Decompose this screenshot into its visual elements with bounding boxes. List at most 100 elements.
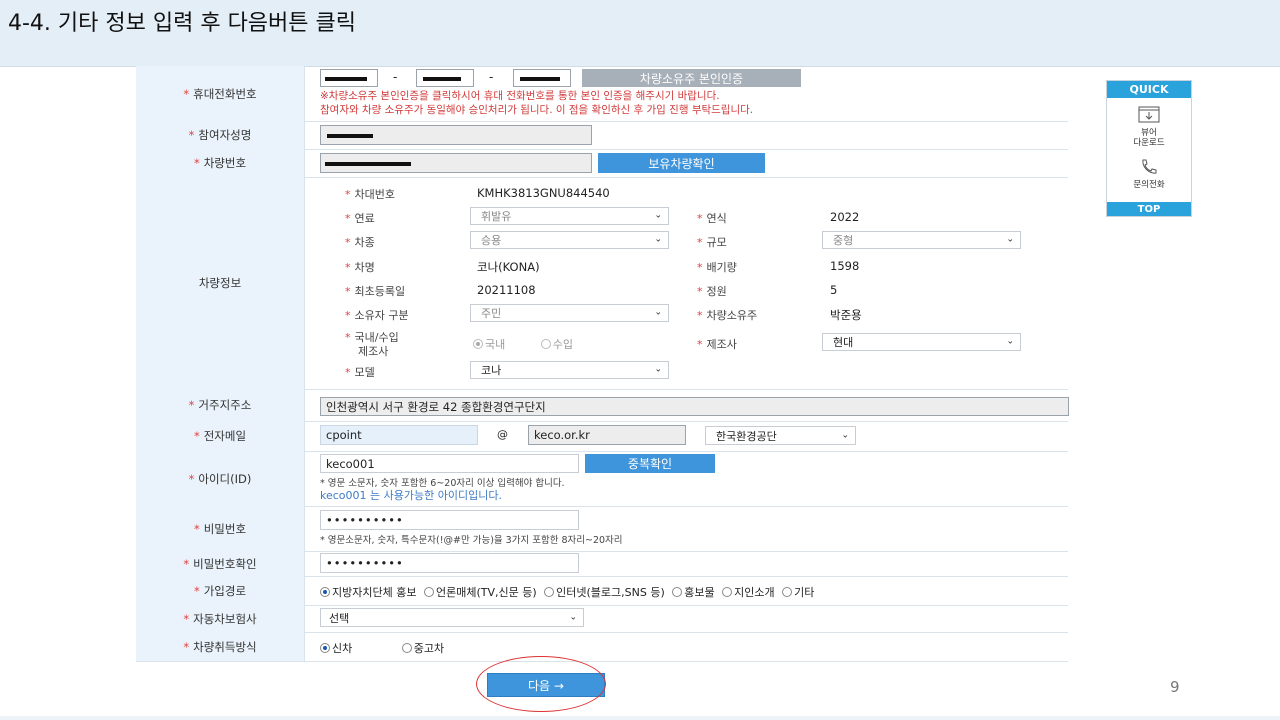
contact-call-link[interactable]: 문의전화 [1107, 157, 1191, 190]
chevron-down-icon: ⌄ [1006, 336, 1014, 347]
user-id-input[interactable]: keco001 [320, 454, 579, 473]
model-label-text: 모델 [354, 366, 375, 379]
insurer-select[interactable]: 선택 ⌄ [320, 608, 584, 627]
origin-import-radio[interactable]: 수입 [540, 336, 573, 352]
join-path-option-media[interactable]: 언론매체(TV,신문 등) [423, 584, 537, 600]
car-number-field [320, 153, 592, 173]
phone-part3-input[interactable] [513, 69, 571, 87]
fuel-label-text: 연료 [354, 212, 375, 225]
required-mark: * [697, 285, 703, 298]
join-path-option-other[interactable]: 기타 [782, 584, 814, 600]
year-value: 2022 [830, 210, 860, 224]
origin-domestic-radio[interactable]: 국내 [473, 336, 505, 352]
user-id-label-text: 아이디(ID) [198, 471, 252, 486]
quick-menu: QUICK 뷰어 다운로드 문의전화 TOP [1106, 80, 1192, 217]
maker-select[interactable]: 현대 ⌄ [822, 333, 1021, 351]
user-id-label: * 아이디(ID) [136, 451, 305, 506]
email-row: * 전자메일 cpoint @ keco.or.kr 한국환경공단 ⌄ [136, 421, 1068, 452]
fuel-label: * 연료 [345, 210, 375, 226]
highlight-circle [476, 656, 606, 712]
phone-part1-input[interactable] [320, 69, 378, 87]
radio-icon [722, 587, 733, 597]
model-value: 코나 [481, 364, 502, 377]
viewer-download-link[interactable]: 뷰어 다운로드 [1107, 105, 1191, 148]
car-type-select[interactable]: 승용 ⌄ [470, 231, 669, 249]
password-confirm-input[interactable]: •••••••••• [320, 553, 579, 573]
owner-value: 박준용 [830, 308, 862, 322]
owner-verify-button[interactable]: 차량소유주 본인인증 [582, 69, 801, 87]
registration-form: * 휴대전화번호 - - 차량소유주 본인인증 ※차량소유주 본인인증을 클릭하시… [136, 66, 1069, 662]
maker-label-text: 제조사 [706, 338, 737, 351]
size-label-text: 규모 [706, 236, 727, 249]
user-id-row: * 아이디(ID) keco001 중복확인 * 영문 소문자, 숫자 포함한 6… [136, 451, 1068, 507]
required-mark: * [188, 471, 195, 486]
acquisition-label: * 차량취득방식 [136, 632, 305, 661]
password-hint: * 영문소문자, 숫자, 특수문자(!@#만 가능)을 3가지 포함한 8자리~… [320, 535, 623, 546]
car-size-select[interactable]: 중형 ⌄ [822, 231, 1021, 249]
address-row: * 거주지주소 인천광역시 서구 환경로 42 종합환경연구단지 [136, 389, 1069, 422]
vehicle-info-label-text: 차량정보 [198, 276, 242, 290]
model-select[interactable]: 코나 ⌄ [470, 361, 669, 379]
model-name-value: 코나(KONA) [477, 260, 540, 274]
top-button[interactable]: TOP [1107, 202, 1191, 216]
join-path-option-local-gov[interactable]: 지방자치단체 홍보 [320, 584, 416, 600]
redaction [520, 77, 560, 81]
address-label-text: 거주지주소 [198, 398, 252, 412]
password-input[interactable]: •••••••••• [320, 510, 579, 530]
password-row: * 비밀번호 •••••••••• * 영문소문자, 숫자, 특수문자(!@#만 … [136, 506, 1068, 552]
password-confirm-row: * 비밀번호확인 •••••••••• [136, 551, 1068, 577]
model-label: * 모델 [345, 364, 375, 380]
fuel-select[interactable]: 휘발유 ⌄ [470, 207, 669, 225]
password-label-text: 비밀번호 [203, 521, 247, 536]
phone-icon [1142, 159, 1157, 174]
required-mark: * [697, 338, 703, 351]
password-confirm-label: * 비밀번호확인 [136, 551, 305, 576]
acquisition-new-label: 신차 [332, 642, 353, 655]
acquisition-label-text: 차량취득방식 [193, 639, 257, 654]
acquisition-row: * 차량취득방식 신차 중고차 [136, 632, 1068, 662]
vin-label: * 차대번호 [345, 186, 395, 202]
required-mark: * [345, 331, 351, 344]
required-mark: * [345, 188, 351, 201]
required-mark: * [183, 556, 190, 571]
join-path-option-referral[interactable]: 지인소개 [722, 584, 775, 600]
acquisition-used-radio[interactable]: 중고차 [401, 640, 445, 656]
redaction [325, 77, 367, 81]
download-icon [1138, 106, 1160, 123]
acquisition-radio-group: 신차 중고차 [320, 640, 448, 656]
duplicate-check-button[interactable]: 중복확인 [585, 454, 715, 473]
required-mark: * [188, 128, 195, 142]
email-domain-input[interactable]: keco.or.kr [528, 425, 686, 445]
required-mark: * [697, 236, 703, 249]
radio-icon [473, 339, 483, 349]
owner-type-value: 주민 [481, 307, 502, 320]
radio-icon [320, 643, 330, 653]
join-path-option-promo[interactable]: 홍보물 [672, 584, 715, 600]
phone-part2-input[interactable] [416, 69, 474, 87]
name-row: * 참여자성명 [136, 121, 1068, 150]
join-path-option-label: 지방자치단체 홍보 [332, 586, 417, 599]
reg-date-value: 20211108 [477, 283, 536, 297]
chevron-down-icon: ⌄ [654, 210, 662, 221]
viewer-label: 뷰어 [1141, 128, 1157, 138]
chevron-down-icon: ⌄ [654, 307, 662, 318]
owner-type-select[interactable]: 주민 ⌄ [470, 304, 669, 322]
car-number-label-text: 차량번호 [203, 156, 247, 170]
join-path-option-internet[interactable]: 인터넷(블로그,SNS 등) [544, 584, 665, 600]
type-label: * 차종 [345, 234, 375, 250]
required-mark: * [188, 398, 195, 412]
radio-icon [782, 587, 793, 597]
email-local-input[interactable]: cpoint [320, 425, 478, 445]
email-domain-select[interactable]: 한국환경공단 ⌄ [705, 426, 856, 445]
owned-car-check-button[interactable]: 보유차량확인 [598, 153, 765, 173]
slide-title: 4-4. 기타 정보 입력 후 다음버튼 클릭 [8, 11, 357, 36]
owner-type-label: * 소유자 구분 [345, 307, 409, 323]
join-path-label-text: 가입경로 [203, 583, 247, 598]
acquisition-used-label: 중고차 [413, 642, 445, 655]
chevron-down-icon: ⌄ [654, 234, 662, 245]
acquisition-new-radio[interactable]: 신차 [320, 640, 352, 656]
quick-menu-title: QUICK [1107, 81, 1191, 98]
download-label: 다운로드 [1133, 138, 1165, 148]
car-number-row: * 차량번호 보유차량확인 [136, 149, 1068, 178]
car-number-label: * 차량번호 [136, 149, 305, 177]
